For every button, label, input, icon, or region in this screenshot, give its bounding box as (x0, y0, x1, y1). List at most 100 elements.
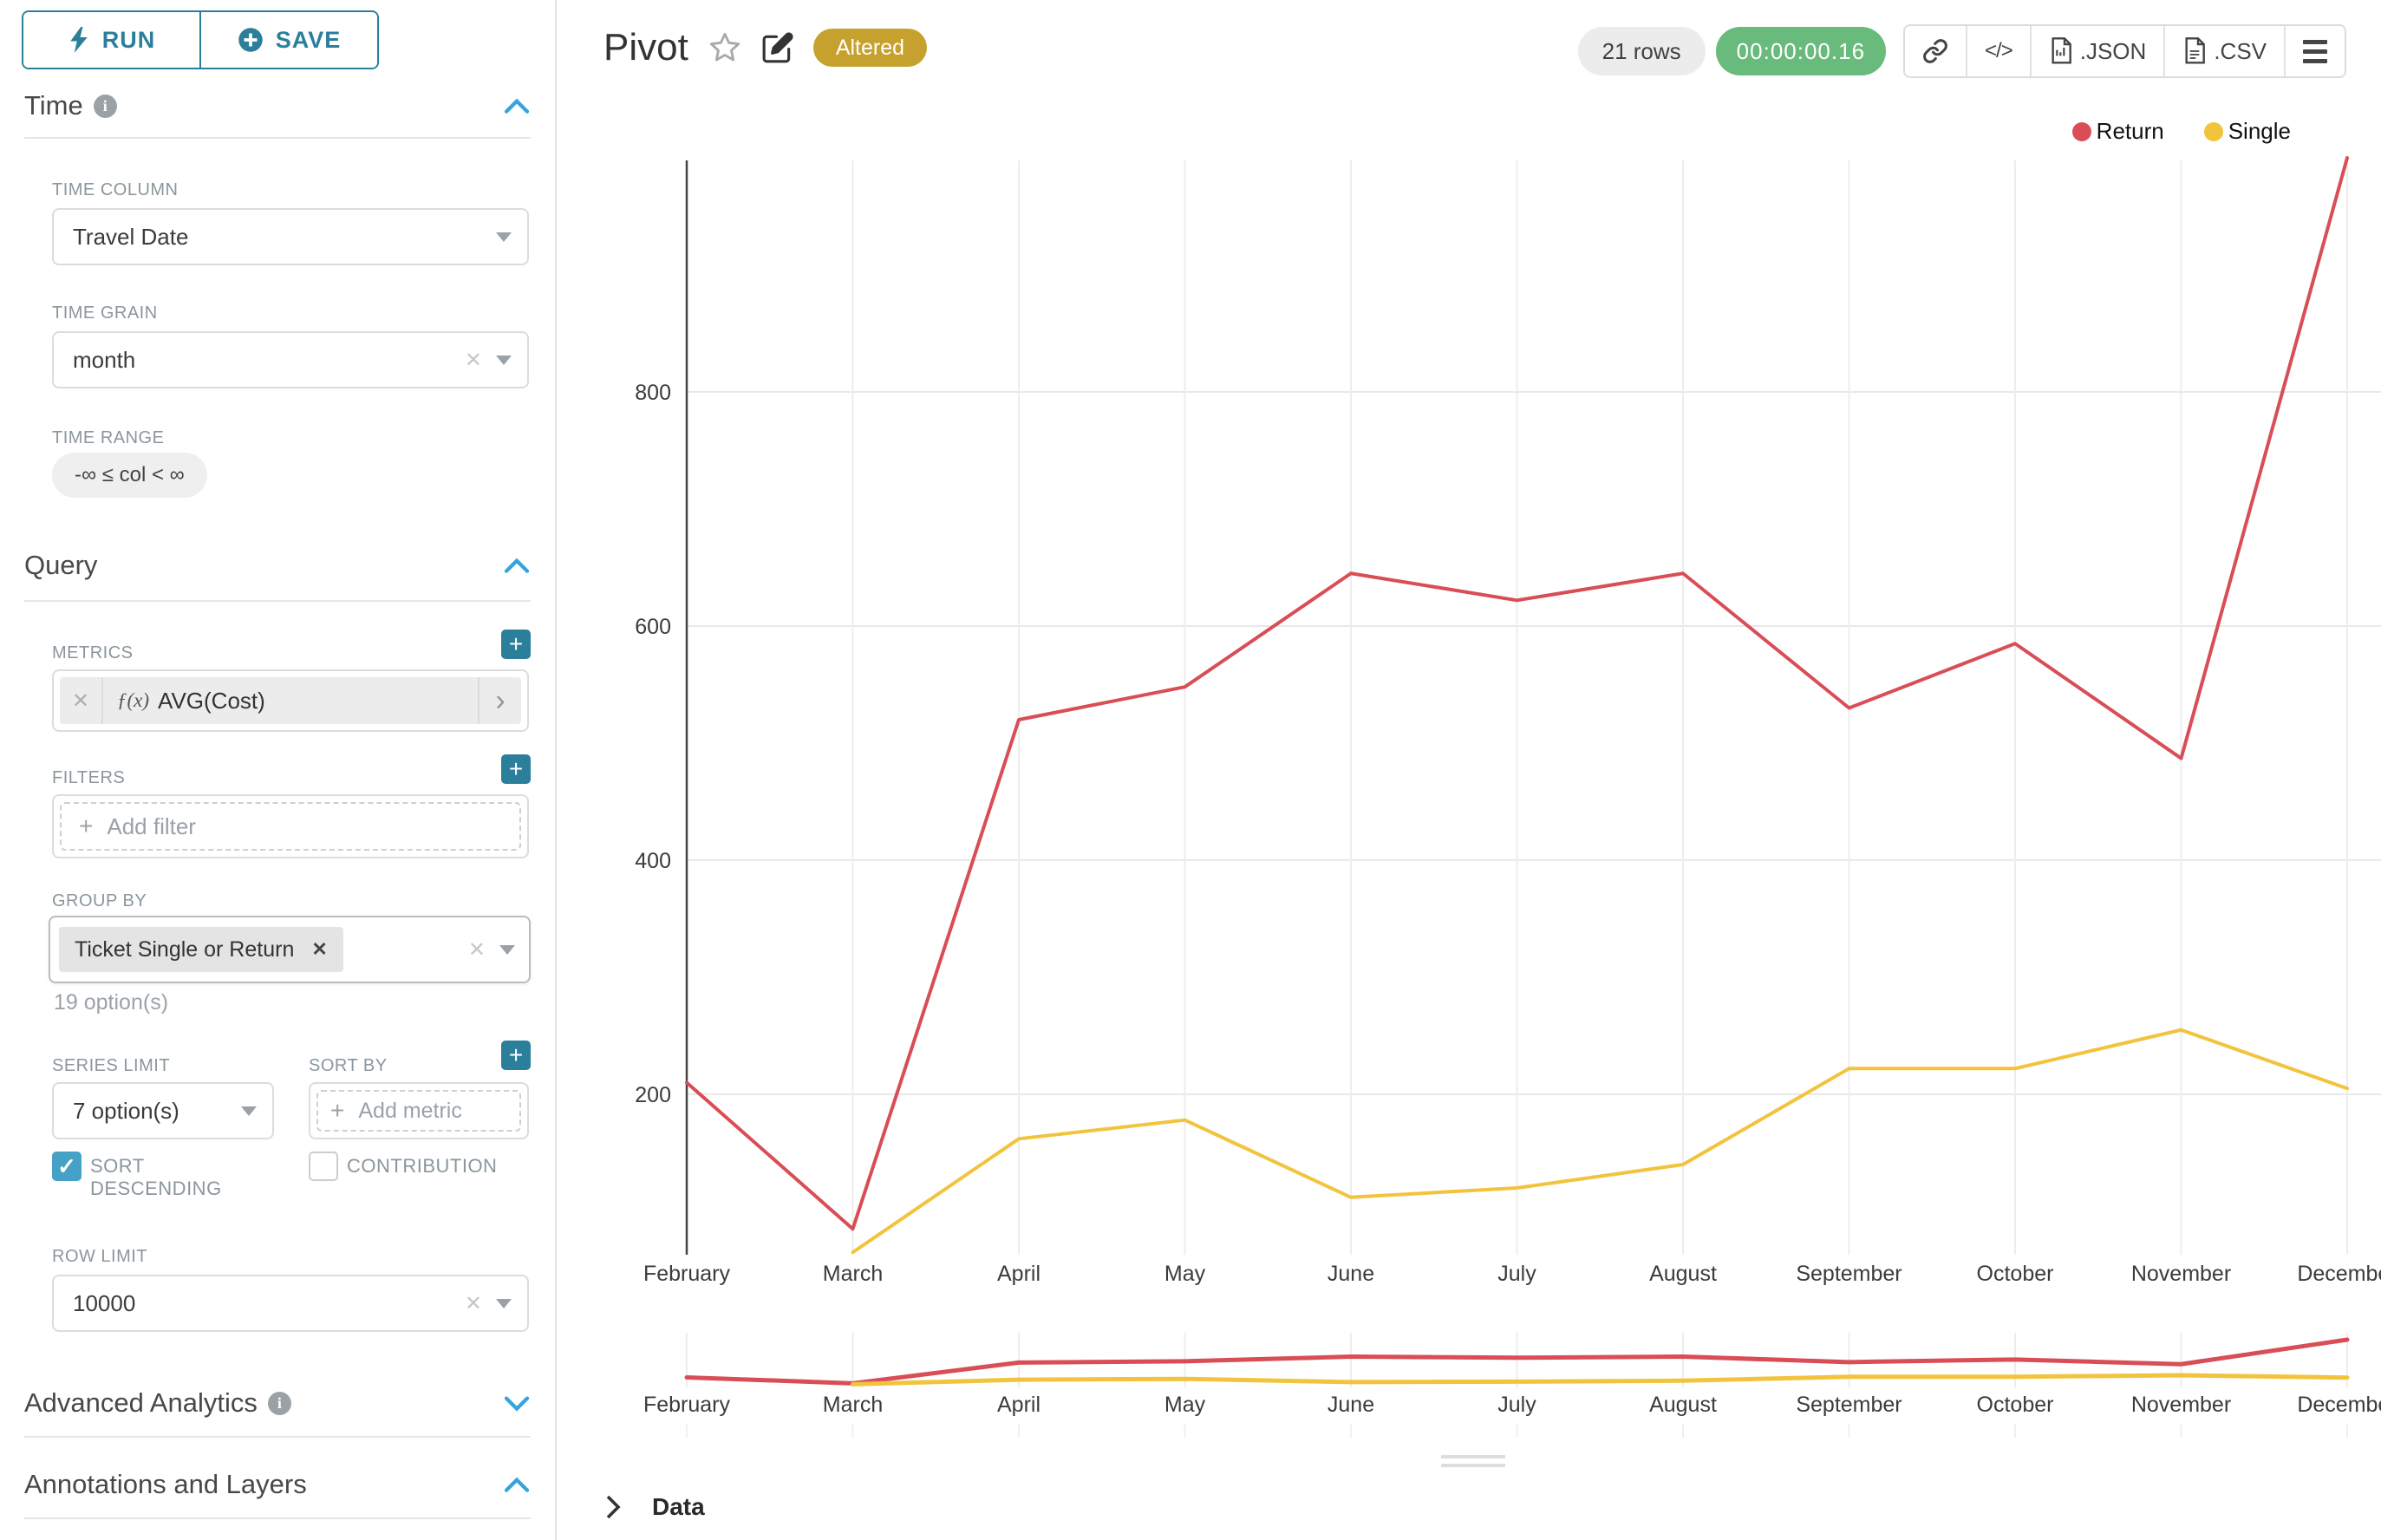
share-link-button[interactable] (1905, 26, 1966, 76)
series-limit-label: SERIES LIMIT (52, 1056, 170, 1076)
svg-text:400: 400 (635, 849, 671, 873)
save-button[interactable]: SAVE (199, 12, 377, 68)
divider (24, 137, 531, 139)
query-section-header[interactable]: Query (24, 550, 531, 581)
series-limit-select[interactable]: 7 option(s) (52, 1082, 274, 1139)
chart-menu-button[interactable] (2284, 26, 2345, 76)
advanced-analytics-header[interactable]: Advanced Analytics i (24, 1387, 531, 1419)
group-by-options-count: 19 option(s) (54, 990, 168, 1015)
expand-metric-icon[interactable]: › (478, 677, 521, 724)
clear-icon[interactable]: ✕ (465, 348, 482, 373)
svg-text:November: November (2131, 1393, 2231, 1417)
line-chart-canvas[interactable]: 200400600800FebruaryFebruaryMarchMarchAp… (557, 0, 2381, 1474)
explore-view: RUN SAVE Time i TIME COLUMN Travel Date … (0, 0, 2381, 1540)
group-by-tag[interactable]: Ticket Single or Return ✕ (59, 927, 343, 972)
group-by-label: GROUP BY (52, 891, 147, 911)
svg-text:March: March (823, 1393, 883, 1417)
time-grain-value: month (73, 347, 465, 374)
svg-text:September: September (1796, 1262, 1902, 1286)
view-query-button[interactable]: </> (1966, 26, 2030, 76)
divider (24, 1436, 531, 1438)
plus-icon: + (79, 812, 93, 840)
add-filter-button[interactable]: + Add filter (60, 802, 521, 851)
legend-item-return[interactable]: Return (2072, 118, 2164, 145)
add-filter-plus-button[interactable]: + (501, 754, 531, 784)
contribution-checkbox[interactable] (309, 1152, 338, 1181)
svg-text:August: August (1649, 1393, 1717, 1417)
contribution-control[interactable]: CONTRIBUTION (309, 1152, 497, 1181)
favorite-star-icon[interactable] (708, 30, 742, 65)
svg-text:June: June (1327, 1393, 1374, 1417)
chart-header: Pivot Altered (603, 26, 927, 69)
metric-pill[interactable]: ✕ ƒ(x) AVG(Cost) › (60, 677, 521, 724)
run-button[interactable]: RUN (23, 12, 199, 68)
svg-text:December: December (2297, 1262, 2381, 1286)
data-section-toggle[interactable]: Data (603, 1493, 705, 1521)
chevron-down-icon (241, 1106, 257, 1116)
run-label: RUN (102, 27, 156, 54)
svg-text:October: October (1977, 1393, 2054, 1417)
filters-label: FILTERS (52, 768, 125, 788)
svg-text:March: March (823, 1262, 883, 1286)
legend-item-single[interactable]: Single (2204, 118, 2291, 145)
svg-text:December: December (2297, 1393, 2381, 1417)
remove-metric-icon[interactable]: ✕ (60, 677, 103, 724)
time-column-label: TIME COLUMN (52, 180, 179, 200)
metric-value-wrap: ƒ(x) AVG(Cost) (103, 677, 478, 724)
svg-text:April: April (997, 1262, 1040, 1286)
add-sort-metric-plus-button[interactable]: + (501, 1041, 531, 1070)
query-timer-badge: 00:00:00.16 (1716, 27, 1886, 75)
time-section-title: Time (24, 90, 83, 121)
code-icon: </> (1985, 39, 2012, 63)
chart-legend: Return Single (2072, 118, 2291, 145)
chevron-down-icon[interactable] (503, 1393, 531, 1413)
svg-text:600: 600 (635, 615, 671, 639)
divider (24, 1517, 531, 1519)
add-sort-metric-button[interactable]: + Add metric (316, 1090, 521, 1132)
divider (24, 600, 531, 602)
chevron-right-icon (603, 1494, 623, 1520)
add-filter-label: Add filter (107, 813, 196, 840)
svg-text:June: June (1327, 1262, 1374, 1286)
group-by-select[interactable]: Ticket Single or Return ✕ ✕ (49, 916, 531, 983)
chevron-up-icon[interactable] (503, 96, 531, 115)
time-grain-select[interactable]: month ✕ (52, 331, 529, 388)
svg-text:February: February (643, 1393, 731, 1417)
remove-tag-icon[interactable]: ✕ (311, 938, 327, 961)
row-count-label: 21 rows (1602, 38, 1681, 65)
chevron-up-icon[interactable] (503, 1475, 531, 1494)
hamburger-icon (2303, 40, 2327, 63)
link-icon (1922, 38, 1948, 64)
chevron-up-icon[interactable] (503, 556, 531, 575)
sort-descending-checkbox[interactable]: ✓ (52, 1152, 82, 1181)
resize-drag-handle[interactable] (1441, 1455, 1505, 1467)
sort-by-label: SORT BY (309, 1056, 388, 1076)
export-button-group: </> .JSON .CSV (1903, 24, 2346, 78)
annotations-header[interactable]: Annotations and Layers (24, 1469, 531, 1500)
altered-badge[interactable]: Altered (813, 29, 927, 67)
metric-value: AVG(Cost) (158, 688, 265, 715)
svg-text:September: September (1796, 1393, 1902, 1417)
time-column-select[interactable]: Travel Date (52, 208, 529, 265)
info-icon: i (94, 95, 117, 118)
clear-icon[interactable]: ✕ (465, 1291, 482, 1316)
row-limit-select[interactable]: 10000 ✕ (52, 1275, 529, 1332)
time-range-pill[interactable]: -∞ ≤ col < ∞ (52, 453, 207, 498)
sort-descending-label: SORT DESCENDING (90, 1152, 260, 1200)
edit-pencil-icon[interactable] (761, 31, 794, 64)
group-by-tag-label: Ticket Single or Return (75, 937, 294, 962)
svg-text:May: May (1164, 1393, 1206, 1417)
sort-descending-control[interactable]: ✓ SORT DESCENDING (52, 1152, 260, 1200)
sort-by-control: + Add metric (309, 1082, 529, 1139)
time-section-header[interactable]: Time i (24, 90, 531, 121)
info-icon: i (268, 1392, 291, 1415)
add-metric-plus-button[interactable]: + (501, 630, 531, 659)
export-csv-button[interactable]: .CSV (2163, 26, 2284, 76)
csv-label: .CSV (2214, 38, 2267, 65)
json-file-icon (2049, 37, 2073, 65)
chevron-down-icon (496, 356, 512, 365)
export-json-button[interactable]: .JSON (2030, 26, 2164, 76)
legend-dot (2204, 122, 2223, 141)
svg-text:August: August (1649, 1262, 1717, 1286)
clear-icon[interactable]: ✕ (468, 937, 486, 962)
